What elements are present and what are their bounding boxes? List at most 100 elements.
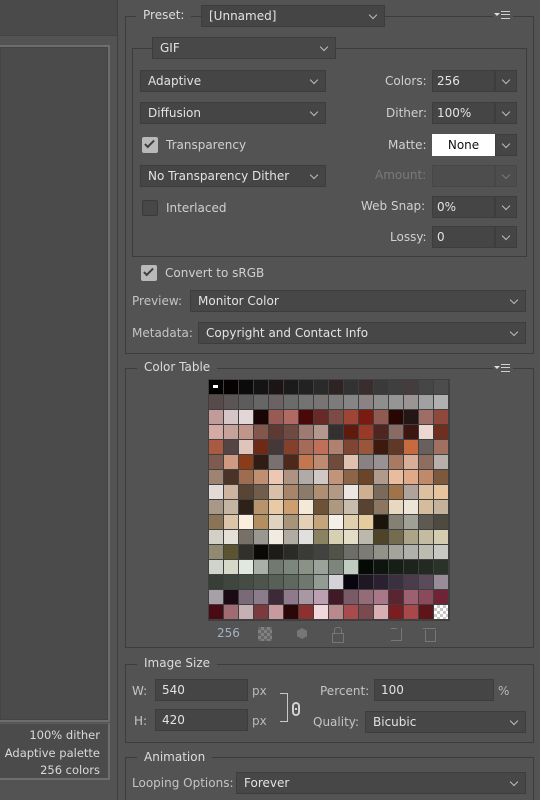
color-swatch[interactable] <box>209 515 223 529</box>
color-swatch[interactable] <box>314 380 328 394</box>
color-swatch[interactable] <box>299 395 313 409</box>
color-swatch[interactable] <box>329 470 343 484</box>
color-swatch[interactable] <box>419 410 433 424</box>
color-swatch[interactable] <box>374 590 388 604</box>
color-swatch[interactable] <box>419 515 433 529</box>
dither-combo[interactable]: 100% <box>432 102 517 124</box>
color-swatch[interactable] <box>254 425 268 439</box>
color-swatch[interactable] <box>389 545 403 559</box>
color-swatch[interactable] <box>419 395 433 409</box>
color-swatch[interactable] <box>284 560 298 574</box>
color-swatch[interactable] <box>404 410 418 424</box>
color-swatch[interactable] <box>434 440 448 454</box>
color-swatch[interactable] <box>344 425 358 439</box>
color-swatch[interactable] <box>224 575 238 589</box>
color-swatch[interactable] <box>344 560 358 574</box>
color-swatch[interactable] <box>434 575 448 589</box>
color-swatch[interactable] <box>239 575 253 589</box>
metadata-select[interactable]: Copyright and Contact Info <box>198 322 526 344</box>
color-swatch[interactable] <box>239 455 253 469</box>
color-swatch[interactable] <box>314 470 328 484</box>
chevron-down-icon[interactable] <box>495 226 517 248</box>
color-swatch[interactable] <box>269 470 283 484</box>
color-swatch[interactable] <box>419 530 433 544</box>
color-swatch[interactable] <box>434 395 448 409</box>
color-swatch[interactable] <box>239 395 253 409</box>
color-swatch[interactable] <box>344 395 358 409</box>
color-swatch[interactable] <box>239 485 253 499</box>
color-swatch[interactable] <box>254 440 268 454</box>
color-swatch[interactable] <box>434 590 448 604</box>
color-reduction-select[interactable]: Adaptive <box>140 70 326 92</box>
color-swatch[interactable] <box>299 500 313 514</box>
cube-icon[interactable] <box>295 627 309 641</box>
color-swatch[interactable] <box>299 440 313 454</box>
chevron-down-icon[interactable] <box>509 291 519 311</box>
color-swatch[interactable] <box>314 590 328 604</box>
color-table-menu-icon[interactable] <box>493 362 513 374</box>
color-swatch[interactable] <box>299 470 313 484</box>
color-swatch[interactable] <box>239 560 253 574</box>
color-swatch[interactable] <box>299 605 313 619</box>
color-swatch[interactable] <box>419 485 433 499</box>
color-swatch[interactable] <box>209 590 223 604</box>
color-swatch[interactable] <box>314 515 328 529</box>
color-swatch[interactable] <box>404 455 418 469</box>
color-swatch[interactable] <box>239 500 253 514</box>
color-swatch[interactable] <box>329 530 343 544</box>
color-swatch[interactable] <box>314 575 328 589</box>
color-swatch[interactable] <box>284 545 298 559</box>
color-swatch[interactable] <box>389 380 403 394</box>
dither-input[interactable]: 100% <box>432 102 495 124</box>
color-swatch[interactable] <box>434 515 448 529</box>
color-swatch[interactable] <box>239 470 253 484</box>
color-swatch[interactable] <box>329 395 343 409</box>
color-swatch[interactable] <box>314 530 328 544</box>
interlaced-checkbox[interactable] <box>142 200 158 216</box>
color-swatch[interactable] <box>374 380 388 394</box>
color-swatch[interactable] <box>284 425 298 439</box>
web-snap-input[interactable]: 0% <box>432 196 495 218</box>
color-swatch[interactable] <box>389 440 403 454</box>
color-swatch[interactable] <box>359 470 373 484</box>
web-shift-icon[interactable] <box>258 627 272 641</box>
color-swatch[interactable] <box>239 515 253 529</box>
color-swatch[interactable] <box>209 470 223 484</box>
color-swatch[interactable] <box>374 545 388 559</box>
color-swatch[interactable] <box>299 575 313 589</box>
color-swatch[interactable] <box>284 395 298 409</box>
color-swatch[interactable] <box>329 410 343 424</box>
color-swatch[interactable] <box>434 530 448 544</box>
color-swatch[interactable] <box>269 500 283 514</box>
color-swatch[interactable] <box>224 545 238 559</box>
color-swatch[interactable] <box>404 530 418 544</box>
color-swatch[interactable] <box>329 500 343 514</box>
color-swatch[interactable] <box>374 560 388 574</box>
chevron-down-icon[interactable] <box>495 102 517 124</box>
color-swatch[interactable] <box>269 515 283 529</box>
color-swatch[interactable] <box>359 485 373 499</box>
color-swatch[interactable] <box>419 605 433 619</box>
color-swatch[interactable] <box>359 395 373 409</box>
quality-select[interactable]: Bicubic <box>365 711 526 733</box>
color-swatch[interactable] <box>389 530 403 544</box>
chevron-down-icon[interactable] <box>509 712 519 732</box>
color-swatch[interactable] <box>404 560 418 574</box>
color-swatch[interactable] <box>359 380 373 394</box>
color-swatch[interactable] <box>239 545 253 559</box>
color-swatch[interactable] <box>404 605 418 619</box>
color-swatch[interactable] <box>209 380 223 394</box>
color-swatch[interactable] <box>359 545 373 559</box>
width-input[interactable]: 540 <box>155 679 248 701</box>
color-swatch[interactable] <box>314 425 328 439</box>
color-swatch[interactable] <box>389 575 403 589</box>
color-swatch[interactable] <box>359 605 373 619</box>
color-swatch[interactable] <box>344 500 358 514</box>
color-swatch[interactable] <box>254 590 268 604</box>
color-swatch[interactable] <box>374 440 388 454</box>
trash-icon[interactable] <box>423 627 437 642</box>
color-swatch[interactable] <box>239 410 253 424</box>
color-swatch[interactable] <box>374 575 388 589</box>
color-swatch[interactable] <box>284 500 298 514</box>
color-swatch[interactable] <box>209 500 223 514</box>
